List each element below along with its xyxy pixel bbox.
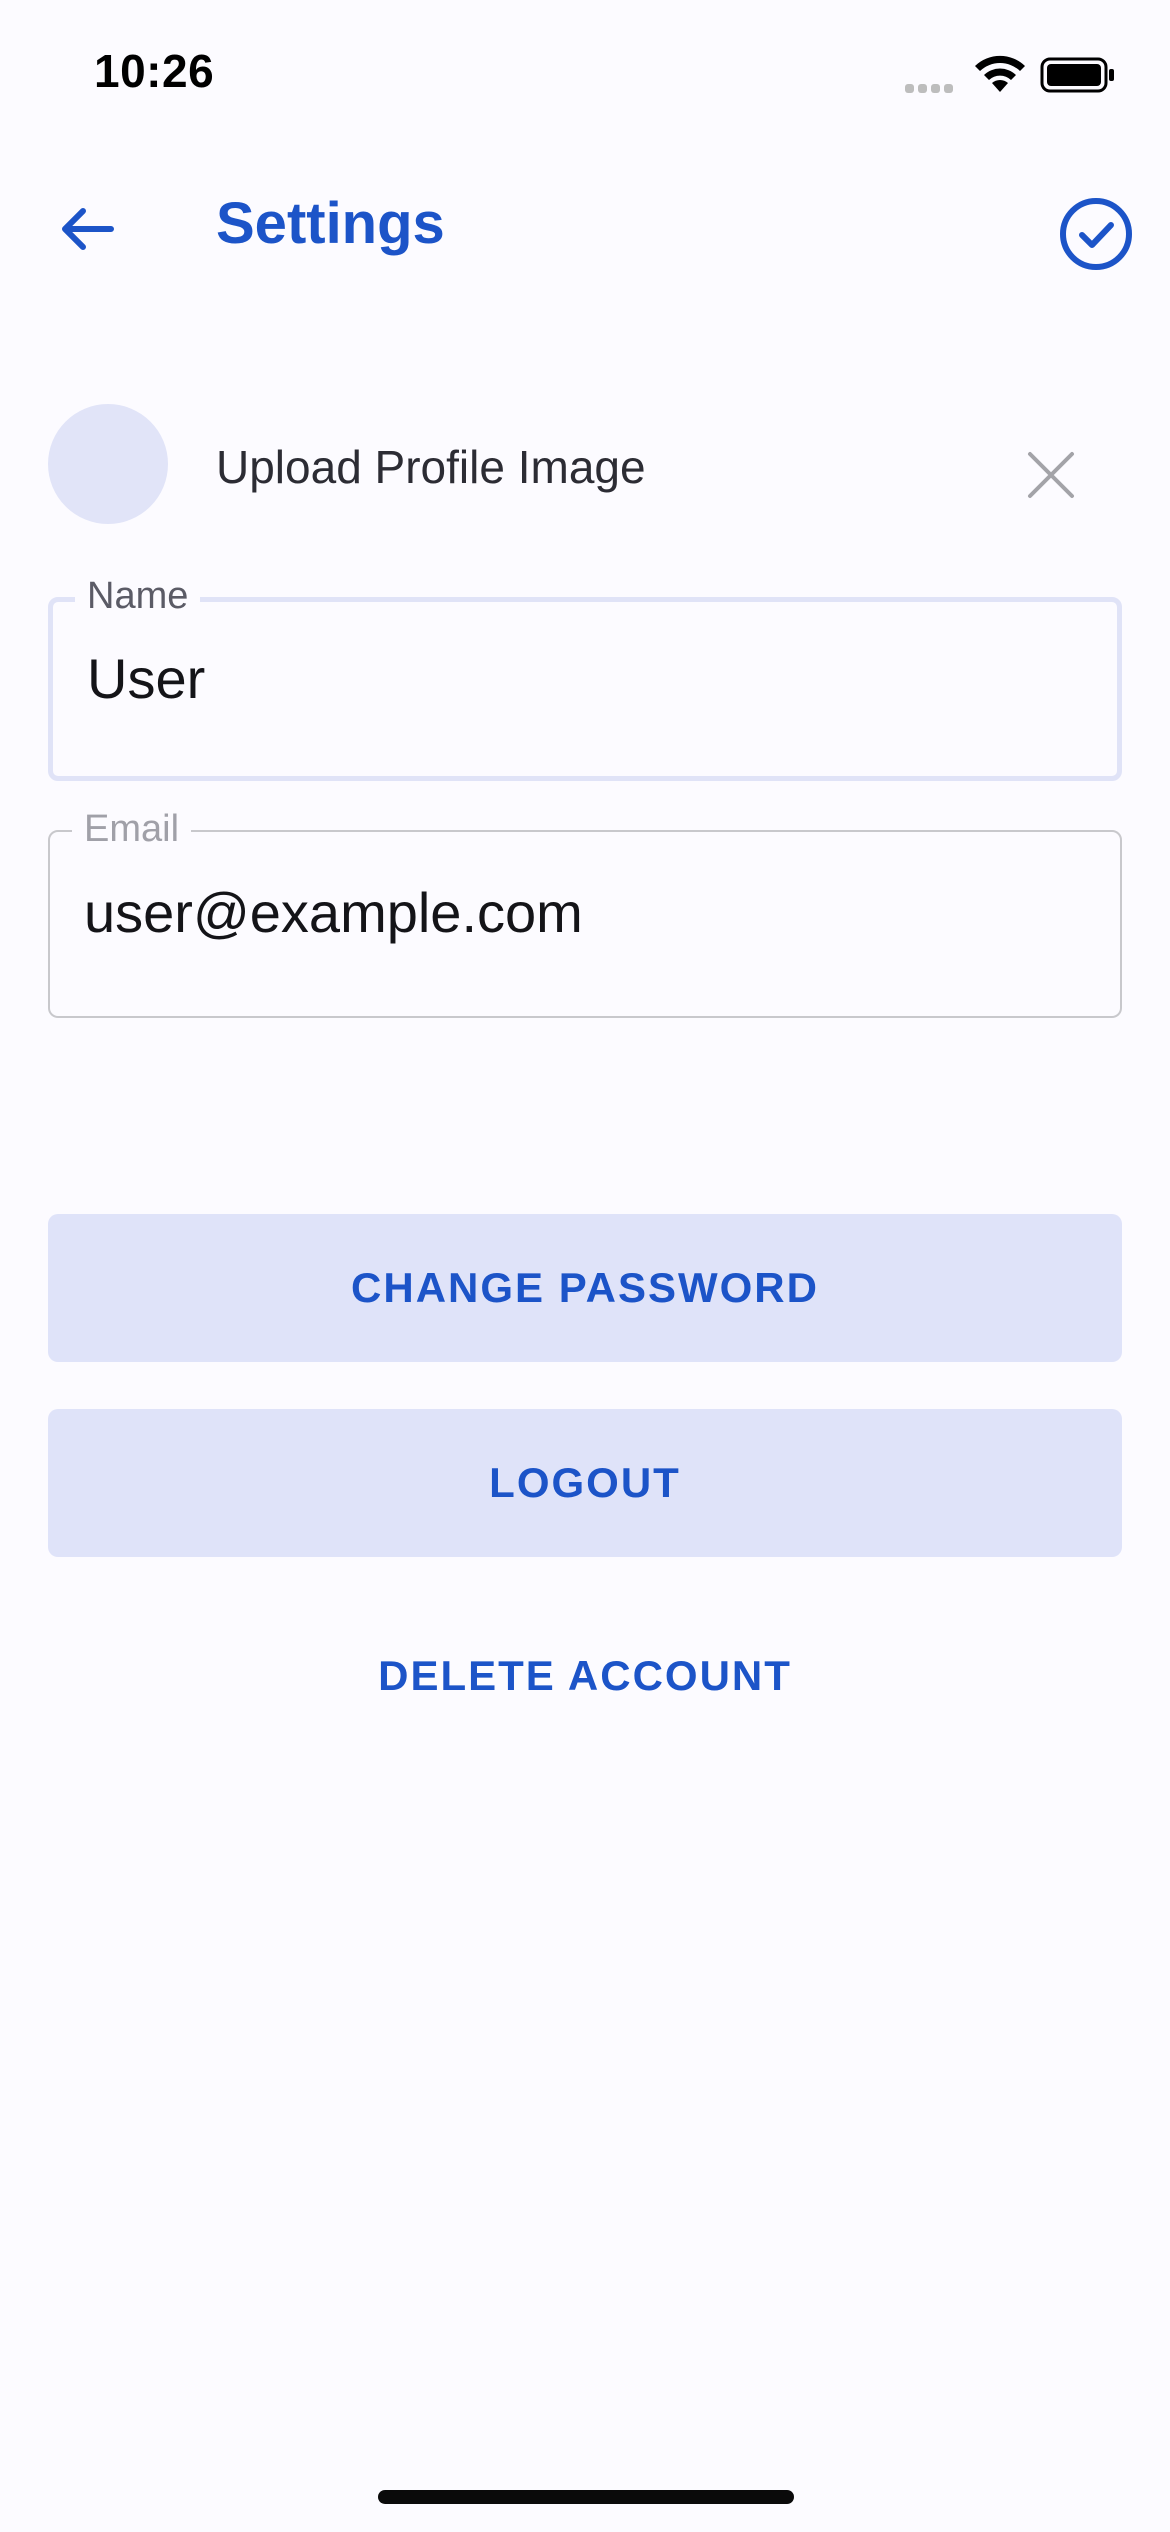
change-password-button[interactable]: CHANGE PASSWORD — [48, 1214, 1122, 1362]
delete-account-button[interactable]: DELETE ACCOUNT — [48, 1606, 1122, 1746]
page-title: Settings — [216, 191, 445, 256]
close-icon — [1022, 452, 1080, 508]
save-button[interactable] — [1058, 196, 1138, 276]
email-label: Email — [72, 801, 192, 857]
name-field[interactable] — [87, 646, 1067, 711]
back-button[interactable] — [46, 196, 126, 266]
arrow-left-icon — [57, 205, 115, 258]
remove-image-button[interactable] — [1022, 446, 1080, 504]
avatar[interactable] — [48, 404, 168, 524]
status-time: 10:26 — [94, 45, 215, 97]
wifi-icon — [972, 52, 1028, 99]
home-indicator — [378, 2490, 794, 2504]
name-label: Name — [75, 568, 201, 624]
logout-button[interactable]: LOGOUT — [48, 1409, 1122, 1557]
name-field-container: Name — [48, 568, 1122, 781]
email-field-container: Email — [48, 801, 1122, 1018]
upload-profile-image-link[interactable]: Upload Profile Image — [216, 440, 646, 494]
email-field[interactable] — [84, 880, 1064, 945]
battery-icon — [1040, 57, 1116, 98]
signal-icon — [905, 80, 957, 98]
check-circle-icon — [1058, 198, 1134, 276]
